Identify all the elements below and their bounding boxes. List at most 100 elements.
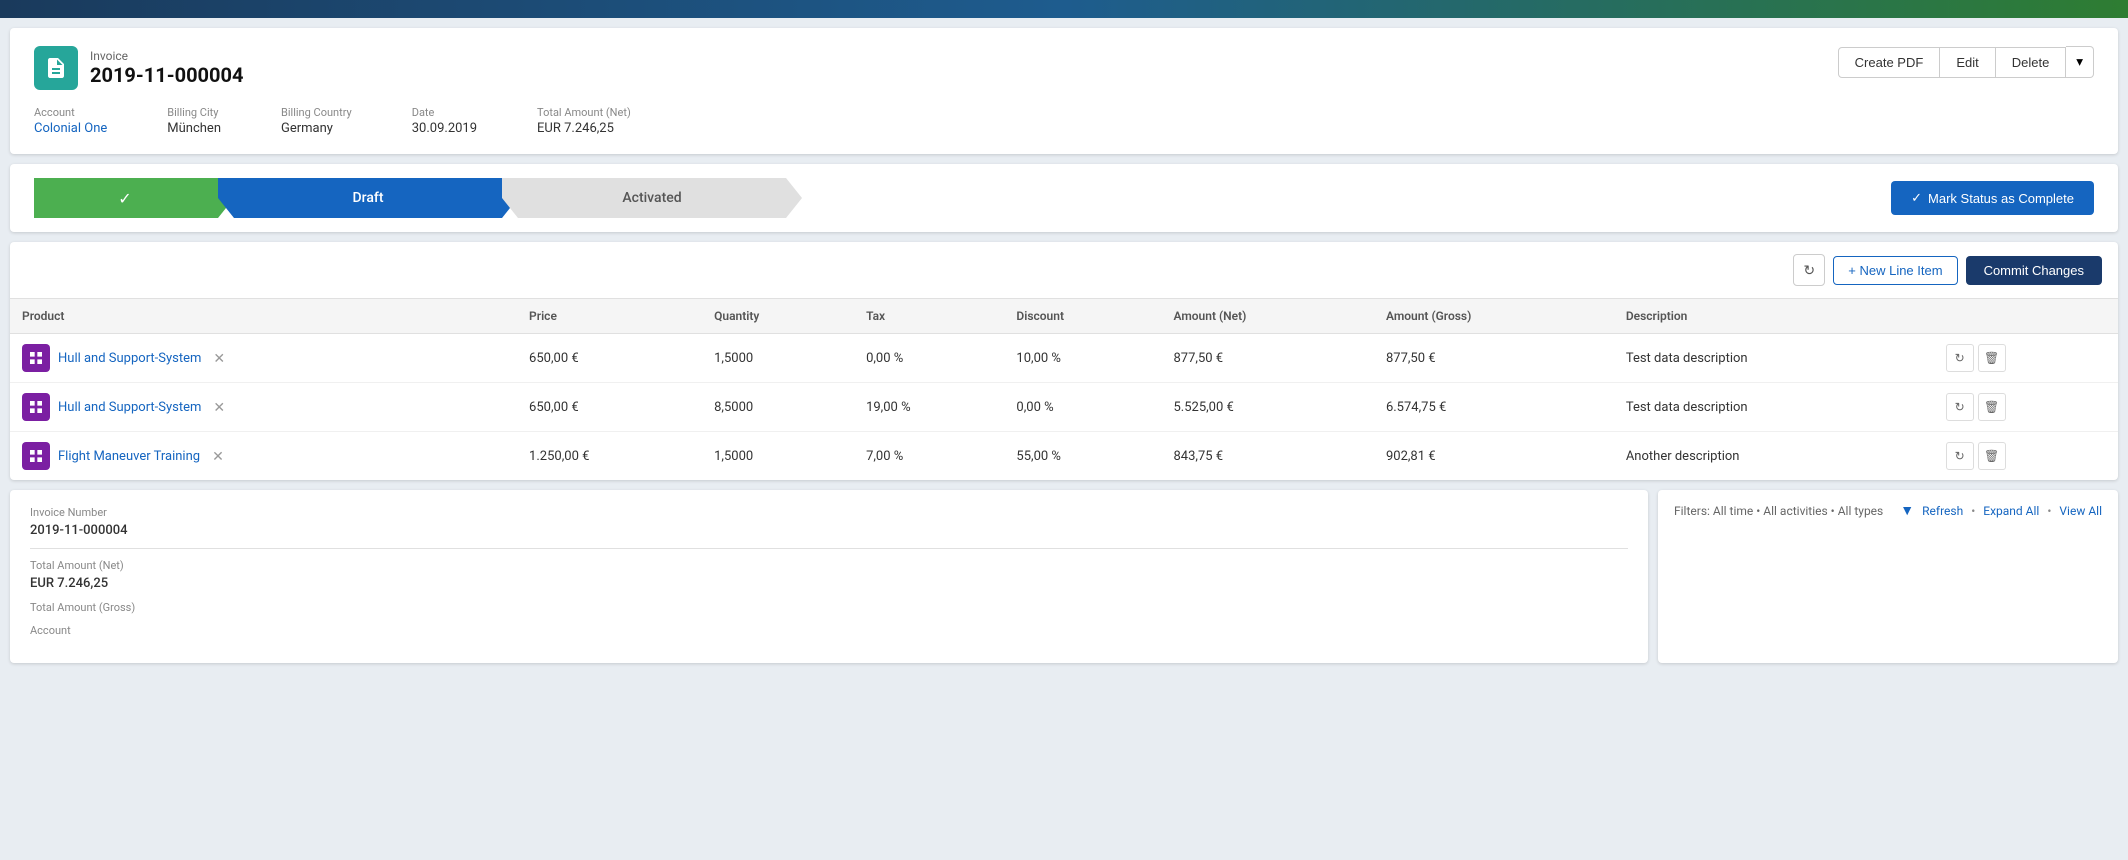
commit-label: Commit Changes [1984,263,2084,278]
trash-icon-0: 🗑 [1984,351,1999,365]
mark-complete-button[interactable]: ✓ Mark Status as Complete [1891,181,2094,215]
cell-row-actions-0: ↻ 🗑 [1934,334,2118,383]
top-bar [0,0,2128,18]
commit-changes-button[interactable]: Commit Changes [1966,256,2102,285]
create-pdf-button[interactable]: Create PDF [1838,47,1941,78]
date-value: 30.09.2019 [412,121,477,136]
col-product: Product [10,299,517,334]
account-label: Account [34,106,107,119]
product-name-0[interactable]: Hull and Support-System [58,351,201,366]
activity-view-all-link[interactable]: View All [2059,504,2102,518]
status-flow: ✓ Draft Activated ✓ Mark Status as Compl… [34,178,2094,218]
meta-total-net: Total Amount (Net) EUR 7.246,25 [537,106,631,136]
invoice-icon-title: Invoice 2019-11-000004 [34,46,243,90]
cell-amount-net-0: 877,50 € [1161,334,1373,383]
delete-button[interactable]: Delete [1996,47,2067,78]
product-name-2[interactable]: Flight Maneuver Training [58,449,200,464]
refresh-row-icon-2: ↻ [1955,449,1965,463]
remove-product-button-1[interactable]: ✕ [209,397,229,418]
line-items-table: Product Price Quantity Tax Discount Amou… [10,299,2118,480]
billing-country-value: Germany [281,121,333,136]
row-delete-button-0[interactable]: 🗑 [1978,344,2006,372]
invoice-title-block: Invoice 2019-11-000004 [90,49,243,87]
summary-total-net-value: EUR 7.246,25 [30,576,1628,591]
invoice-header: Invoice 2019-11-000004 Create PDF Edit D… [34,46,2094,90]
meta-account: Account Colonial One [34,106,107,136]
grid-icon [28,448,44,464]
meta-billing-city: Billing City München [167,106,221,136]
status-step-done: ✓ [34,178,234,218]
remove-product-button-2[interactable]: ✕ [208,446,228,467]
remove-product-button-0[interactable]: ✕ [209,348,229,369]
invoice-actions: Create PDF Edit Delete ▾ [1838,46,2094,78]
col-tax: Tax [854,299,1004,334]
cell-product-0: Hull and Support-System ✕ [10,334,517,383]
cell-quantity-2: 1,5000 [702,432,854,481]
trash-icon-2: 🗑 [1984,449,1999,463]
col-discount: Discount [1004,299,1161,334]
activity-refresh-link[interactable]: Refresh [1922,504,1963,518]
col-quantity: Quantity [702,299,854,334]
cell-row-actions-2: ↻ 🗑 [1934,432,2118,481]
activity-filters: Filters: All time • All activities • All… [1674,504,1883,518]
activity-expand-all-link[interactable]: Expand All [1983,504,2039,518]
account-value[interactable]: Colonial One [34,121,107,136]
status-step-activated[interactable]: Activated [502,178,802,218]
refresh-row-icon-1: ↻ [1955,400,1965,414]
actions-dropdown-button[interactable]: ▾ [2066,46,2094,78]
product-name-1[interactable]: Hull and Support-System [58,400,201,415]
checkmark-icon: ✓ [118,189,131,208]
total-net-value: EUR 7.246,25 [537,121,614,136]
cell-tax-0: 0,00 % [854,334,1004,383]
cell-amount-net-1: 5.525,00 € [1161,383,1373,432]
check-icon: ✓ [1911,190,1922,206]
separator-dot-2: • [2047,504,2051,518]
activity-card: Filters: All time • All activities • All… [1658,490,2118,663]
draft-label: Draft [353,190,384,206]
summary-invoice-number-value: 2019-11-000004 [30,523,1628,538]
row-refresh-button-0[interactable]: ↻ [1946,344,1974,372]
cell-product-1: Hull and Support-System ✕ [10,383,517,432]
cell-discount-0: 10,00 % [1004,334,1161,383]
mark-complete-label: Mark Status as Complete [1928,191,2074,206]
funnel-icon[interactable]: ▼ [1900,502,1914,519]
bottom-section: Invoice Number 2019-11-000004 Total Amou… [10,490,2118,663]
cell-quantity-0: 1,5000 [702,334,854,383]
billing-city-value: München [167,121,221,136]
cell-discount-1: 0,00 % [1004,383,1161,432]
cell-description-1: Test data description [1614,383,1934,432]
meta-billing-country: Billing Country Germany [281,106,352,136]
date-label: Date [412,106,477,119]
cell-amount-gross-1: 6.574,75 € [1374,383,1614,432]
invoice-svg-icon [44,56,68,80]
status-step-draft[interactable]: Draft [218,178,518,218]
cell-price-1: 650,00 € [517,383,702,432]
edit-button[interactable]: Edit [1940,47,1995,78]
status-bar-section: ✓ Draft Activated ✓ Mark Status as Compl… [10,164,2118,232]
summary-total-gross: Total Amount (Gross) [30,601,1628,614]
trash-icon-1: 🗑 [1984,400,1999,414]
product-icon-1 [22,393,50,421]
refresh-line-items-button[interactable]: ↻ [1793,254,1825,286]
row-delete-button-1[interactable]: 🗑 [1978,393,2006,421]
row-refresh-button-1[interactable]: ↻ [1946,393,1974,421]
chevron-down-icon: ▾ [2076,54,2083,69]
cell-row-actions-1: ↻ 🗑 [1934,383,2118,432]
col-amount-gross: Amount (Gross) [1374,299,1614,334]
summary-invoice-number-label: Invoice Number [30,506,1628,519]
row-refresh-button-2[interactable]: ↻ [1946,442,1974,470]
table-row: Hull and Support-System ✕ 650,00 € 1,500… [10,334,2118,383]
invoice-number: 2019-11-000004 [90,63,243,87]
total-net-label: Total Amount (Net) [537,106,631,119]
meta-date: Date 30.09.2019 [412,106,477,136]
invoice-icon [34,46,78,90]
table-row: Hull and Support-System ✕ 650,00 € 8,500… [10,383,2118,432]
grid-icon [28,399,44,415]
col-actions [1934,299,2118,334]
row-delete-button-2[interactable]: 🗑 [1978,442,2006,470]
refresh-icon: ↻ [1803,262,1815,279]
new-line-item-button[interactable]: + New Line Item [1833,256,1957,285]
col-price: Price [517,299,702,334]
cell-tax-1: 19,00 % [854,383,1004,432]
invoice-meta: Account Colonial One Billing City Münche… [34,106,2094,136]
